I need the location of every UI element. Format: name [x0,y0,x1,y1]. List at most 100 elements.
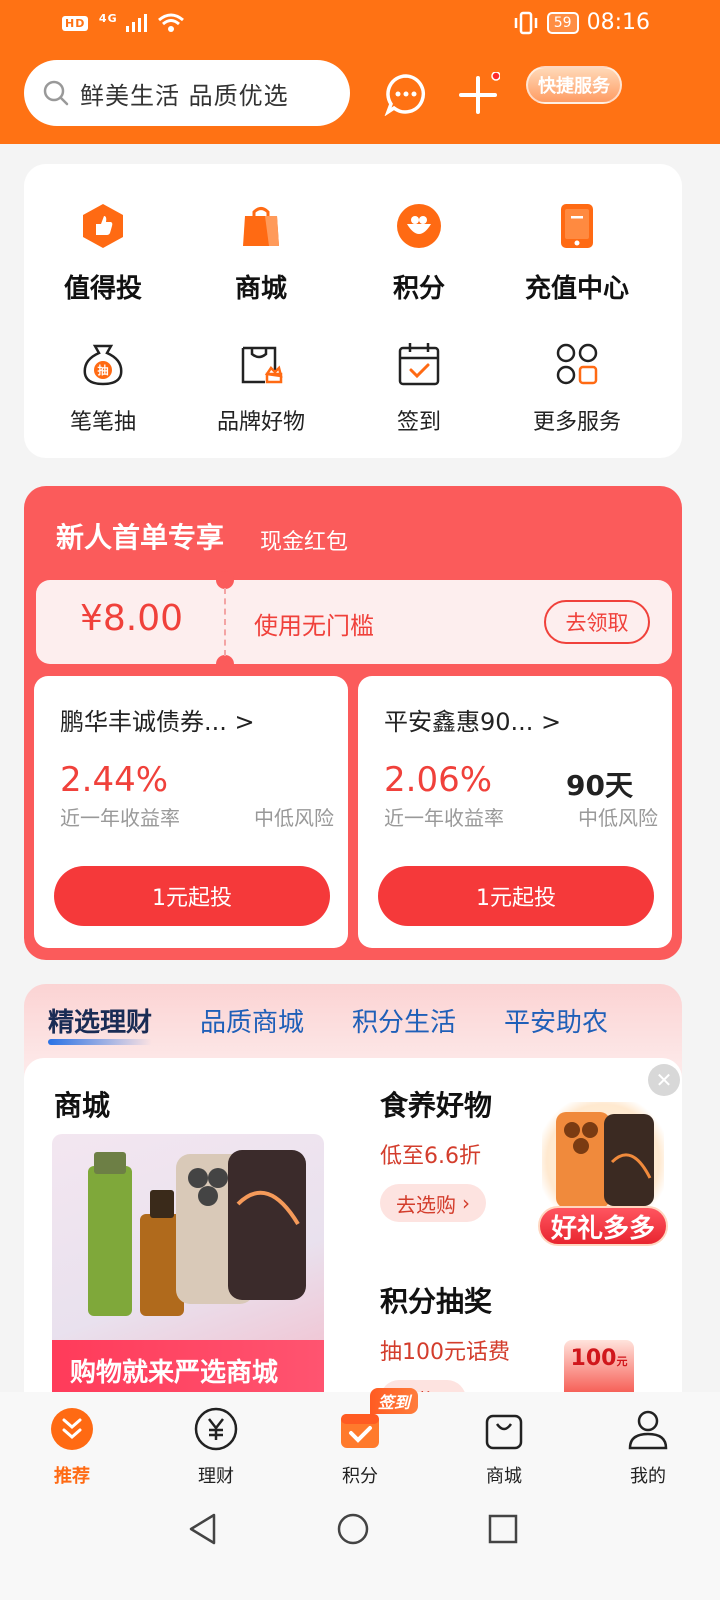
vibrate-icon [514,11,538,34]
phone-topup-icon [561,204,593,248]
recommend-icon [51,1408,93,1450]
nav-label: 我的 [630,1466,666,1487]
secondary-shortcuts: 抽 笔笔抽 品牌好物 签到 更多服务 [24,340,682,436]
search-placeholder: 鲜美生活 品质优选 [80,81,289,110]
wifi-icon [157,13,184,32]
fund-name[interactable]: 鹏华丰诚债券... > [60,702,255,737]
claim-coupon-button[interactable]: 去领取 [544,600,650,644]
featured-section: 精选理财 品质商城 积分生活 平安助农 ✕ 商城 购物就来严选商城 食养好物 低… [24,984,682,1418]
nav-mall[interactable]: 商城 [432,1392,576,1492]
nav-points[interactable]: 签到 积分 [288,1388,432,1492]
coupon-condition: 使用无门槛 [254,612,374,640]
nav-recommend[interactable]: 推荐 [0,1392,144,1492]
shortcut-label: 更多服务 [532,410,621,435]
food-subtitle: 低至6.6折 [380,1144,481,1169]
search-input[interactable]: 鲜美生活 品质优选 [24,60,350,126]
phone-illustration [556,1112,654,1208]
mall-banner-image[interactable]: 购物就来严选商城 [52,1134,324,1404]
primary-shortcuts: 值得投 商城 积分 充值中心 [24,202,682,305]
checkin-tag: 签到 [370,1388,419,1414]
lottery-glyph: 抽 [98,363,109,377]
shortcut-points[interactable]: 积分 [340,202,498,305]
close-icon[interactable]: ✕ [648,1064,680,1096]
lottery-subtitle: 抽100元话费 [380,1340,510,1365]
fund-card-2[interactable]: 平安鑫惠90... > 2.06% 90天 近一年收益率 中低风险 1元起投 [358,676,672,948]
hd-badge: HD [62,15,89,31]
fund-name[interactable]: 平安鑫惠90... > [384,702,561,737]
add-icon[interactable] [456,72,500,116]
shortcut-label: 值得投 [63,274,142,304]
nav-label: 积分 [342,1466,378,1487]
category-tabs: 精选理财 品质商城 积分生活 平安助农 [48,1002,608,1045]
shortcut-zhidetou[interactable]: 值得投 [24,202,182,305]
shortcut-brand-goods[interactable]: 品牌好物 [182,340,340,436]
coupon-amount: ¥8.00 [80,598,184,639]
signal-indicators: HD 4G [62,12,185,34]
yuan-coin-icon [194,1407,238,1451]
thumbs-up-hex-icon [83,204,123,248]
coupon-divider [224,588,226,656]
status-right: 59 08:16 [513,10,650,35]
chevron-right-icon: › [462,1191,470,1215]
gift-tag: 好礼多多 [538,1206,668,1246]
fund-rate-label: 近一年收益率 [60,806,180,830]
clock: 08:16 [586,10,650,35]
lottery-bag-icon: 抽 [83,344,123,386]
tab-points-life[interactable]: 积分生活 [352,1002,456,1039]
recent-apps-icon[interactable] [486,1512,520,1546]
shortcut-lottery[interactable]: 抽 笔笔抽 [24,340,182,436]
message-icon[interactable] [384,72,428,116]
new-user-promo: 新人首单专享 现金红包 ¥8.00 使用无门槛 去领取 鹏华丰诚债券... > … [24,486,682,960]
bottom-nav: 推荐 理财 签到 积分 商城 我的 [0,1388,720,1492]
tab-agriculture[interactable]: 平安助农 [504,1002,608,1039]
feature-panel: ✕ 商城 购物就来严选商城 食养好物 低至6.6折 去选购 › 好礼多多 积分抽… [24,1058,682,1418]
search-icon [43,80,69,106]
brand-bag-icon [241,346,283,384]
quick-service-button[interactable]: 快捷服务 [526,66,622,104]
nav-label: 理财 [198,1466,234,1487]
coupon-notch [216,655,234,673]
promo-title: 新人首单专享 [56,521,225,554]
shortcut-checkin[interactable]: 签到 [340,340,498,436]
system-nav-bar [0,1492,720,1600]
shop-now-button[interactable]: 去选购 › [380,1184,486,1222]
nav-wealth[interactable]: 理财 [144,1392,288,1492]
coupon-card: ¥8.00 使用无门槛 去领取 [36,571,672,673]
shortcut-mall[interactable]: 商城 [182,202,340,305]
home-icon[interactable] [336,1512,370,1546]
battery-level: 59 [546,11,579,34]
points-bowl-icon [397,204,441,248]
nav-mine[interactable]: 我的 [576,1392,720,1492]
tab-wealth[interactable]: 精选理财 [48,1002,153,1045]
tab-quality-mall[interactable]: 品质商城 [200,1002,304,1039]
invest-button[interactable]: 1元起投 [378,866,654,926]
shopping-bag-icon [243,207,279,246]
nav-label: 推荐 [54,1466,90,1487]
fund-card-1[interactable]: 鹏华丰诚债券... > 2.44% 近一年收益率 中低风险 1元起投 [34,676,348,948]
shortcut-more[interactable]: 更多服务 [498,340,656,436]
shortcut-label: 积分 [392,274,445,304]
fund-risk: 中低风险 [578,806,658,830]
products-illustration [88,1150,306,1316]
back-icon[interactable] [186,1512,220,1546]
food-title[interactable]: 食养好物 [380,1084,492,1124]
fund-rate: 2.06% [384,760,493,800]
lottery-title[interactable]: 积分抽奖 [380,1280,492,1320]
fund-risk: 中低风险 [254,806,334,830]
promo-subtitle: 现金红包 [260,530,349,555]
shortcut-topup[interactable]: 充值中心 [498,202,656,305]
packet-unit: 元 [616,1355,628,1368]
shortcut-card: 值得投 商城 积分 充值中心 抽 笔笔抽 品牌好物 签到 更多服务 [24,164,682,458]
invest-button[interactable]: 1元起投 [54,866,330,926]
mall-title[interactable]: 商城 [54,1084,110,1124]
bag-icon [485,1414,523,1450]
status-bar: HD 4G 59 08:16 [0,0,720,50]
fund-term: 90天 [566,769,633,802]
shortcut-label: 充值中心 [524,274,629,304]
more-grid-icon [556,343,598,385]
fund-rate: 2.44% [60,760,169,800]
packet-amount: 100 [570,1346,617,1371]
signal-icon [126,14,148,32]
shortcut-label: 签到 [396,410,441,435]
calendar-check-icon [398,343,440,386]
